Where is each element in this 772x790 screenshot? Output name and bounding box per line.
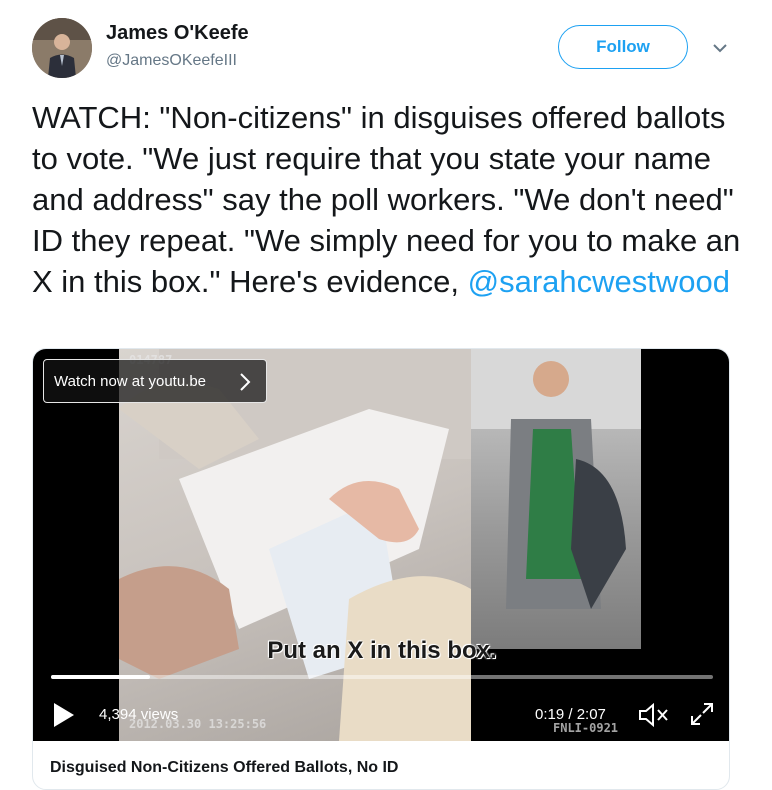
video-player[interactable]: 014787 2012.03.30 13:25:56 FNLI-0921 Wat… bbox=[33, 349, 729, 741]
camera-id: FNLI-0921 bbox=[553, 721, 619, 735]
speaker-muted-icon bbox=[639, 702, 668, 728]
follow-button[interactable]: Follow bbox=[558, 25, 688, 69]
watch-now-link[interactable]: Watch now at youtu.be bbox=[43, 359, 267, 403]
fullscreen-icon bbox=[691, 703, 713, 725]
view-count: 4,394 views bbox=[99, 706, 179, 723]
video-frame-person bbox=[471, 349, 641, 649]
card-title[interactable]: Disguised Non-Citizens Offered Ballots, … bbox=[50, 759, 398, 777]
fullscreen-button[interactable] bbox=[689, 701, 715, 727]
tweet-text: WATCH: "Non-citizens" in disguises offer… bbox=[32, 97, 747, 302]
avatar-photo-icon bbox=[32, 18, 92, 78]
chevron-down-icon[interactable] bbox=[710, 38, 730, 58]
author-display-name[interactable]: James O'Keefe bbox=[106, 22, 249, 45]
avatar[interactable] bbox=[32, 18, 92, 78]
video-time: 0:19 / 2:07 bbox=[535, 706, 606, 723]
author-handle[interactable]: @JamesOKeefeIII bbox=[106, 52, 237, 70]
watch-now-label: Watch now at youtu.be bbox=[54, 372, 207, 390]
mute-button[interactable] bbox=[637, 701, 671, 729]
video-subtitle: Put an X in this box. bbox=[267, 637, 497, 664]
video-card[interactable]: 014787 2012.03.30 13:25:56 FNLI-0921 Wat… bbox=[32, 348, 730, 790]
video-frame-ballot-table bbox=[119, 349, 471, 741]
play-icon bbox=[54, 703, 74, 727]
video-progress-bar[interactable] bbox=[51, 675, 713, 679]
play-button[interactable] bbox=[51, 701, 77, 729]
chevron-right-icon bbox=[240, 373, 251, 391]
mention-link[interactable]: @sarahcwestwood bbox=[468, 264, 730, 299]
video-progress-fill bbox=[51, 675, 151, 679]
